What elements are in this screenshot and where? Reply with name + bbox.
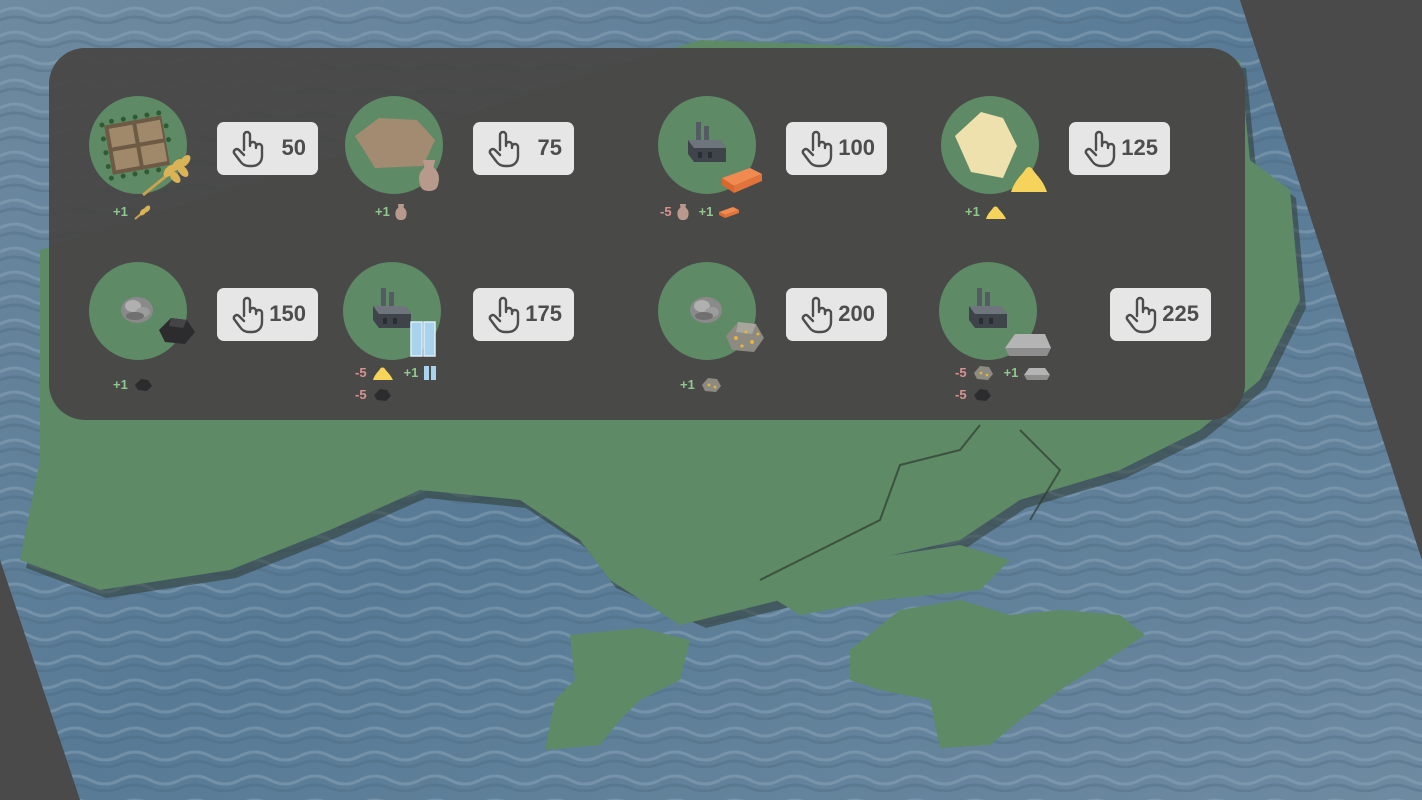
ore-icon xyxy=(726,322,764,352)
wheat-icon xyxy=(142,155,191,197)
buy-button-farm[interactable]: 50 xyxy=(217,122,318,175)
effect-cost: -5 xyxy=(355,365,367,380)
effect-gain: +1 xyxy=(113,204,128,219)
sand-pile-icon xyxy=(372,367,393,380)
buy-button-clay-pit[interactable]: 75 xyxy=(473,122,574,175)
building-card-farm: 50 +1 xyxy=(89,96,329,246)
hand-pointer-icon xyxy=(232,130,264,168)
brick-icon xyxy=(719,207,740,218)
building-card-steel-factory: 225 -5 +1 -5 xyxy=(939,262,1211,412)
building-card-sand-quarry: 125 +1 xyxy=(941,96,1181,246)
hand-pointer-icon xyxy=(488,130,520,168)
effect-cost: -5 xyxy=(955,365,967,380)
effects-row: +1 xyxy=(113,376,163,396)
effect-cost: -5 xyxy=(355,387,367,402)
effect-gain: +1 xyxy=(698,204,714,219)
sand-pile-icon xyxy=(985,206,1006,219)
building-card-glass-factory: 175 -5 +1 -5 xyxy=(343,262,583,412)
effect-cost: -5 xyxy=(660,204,672,219)
buy-button-steel-factory[interactable]: 225 xyxy=(1110,288,1211,341)
glass-icon xyxy=(410,321,436,357)
effect-gain: +1 xyxy=(403,365,419,380)
coal-icon xyxy=(973,389,991,401)
hand-pointer-icon xyxy=(801,296,833,334)
building-card-clay-pit: 75 +1 xyxy=(345,96,585,246)
glass-icon xyxy=(424,366,437,380)
effect-gain: +1 xyxy=(375,204,390,219)
clay-vase-icon xyxy=(395,204,407,220)
ore-icon xyxy=(973,366,993,380)
buy-button-brick-factory[interactable]: 100 xyxy=(786,122,887,175)
buy-button-ore-mine[interactable]: 200 xyxy=(786,288,887,341)
price-label: 125 xyxy=(1121,135,1158,160)
price-label: 100 xyxy=(838,135,875,160)
buy-button-sand-quarry[interactable]: 125 xyxy=(1069,122,1170,175)
clay-vase-icon xyxy=(676,204,689,220)
buy-button-coal-mine[interactable]: 150 xyxy=(217,288,318,341)
effect-gain: +1 xyxy=(1003,365,1019,380)
wheat-icon xyxy=(134,205,151,220)
hand-pointer-icon xyxy=(1084,130,1116,168)
buy-button-glass-factory[interactable]: 175 xyxy=(473,288,574,341)
hand-pointer-icon xyxy=(1125,296,1157,334)
price-label: 150 xyxy=(269,301,306,326)
effect-gain: +1 xyxy=(965,204,980,219)
build-menu-panel: 50 +1 75 +1 100 -5 +1 125 +1 150 +1 175 … xyxy=(49,48,1245,420)
price-label: 175 xyxy=(525,301,562,326)
effects-row: -5 +1 xyxy=(355,364,447,384)
effects-row: +1 xyxy=(680,376,732,396)
effect-cost: -5 xyxy=(955,387,967,402)
sand-pile-icon xyxy=(1011,167,1047,192)
effect-gain: +1 xyxy=(680,377,695,392)
steel-ingot-icon xyxy=(1024,368,1051,380)
effects-row-2: -5 xyxy=(955,386,1002,406)
building-card-coal-mine: 150 +1 xyxy=(89,262,329,412)
hand-pointer-icon xyxy=(801,130,833,168)
price-label: 200 xyxy=(838,301,875,326)
hand-pointer-icon xyxy=(232,296,264,334)
effects-row: +1 xyxy=(113,203,163,223)
coal-icon xyxy=(159,318,195,344)
price-label: 75 xyxy=(537,135,562,160)
building-card-ore-mine: 200 +1 xyxy=(658,262,898,412)
effects-row: +1 xyxy=(375,203,417,223)
building-card-brick-factory: 100 -5 +1 xyxy=(658,96,898,246)
brick-icon xyxy=(722,168,762,193)
ore-icon xyxy=(701,378,721,392)
price-label: 50 xyxy=(281,135,306,160)
coal-icon xyxy=(134,379,152,391)
hand-pointer-icon xyxy=(488,296,520,334)
effects-row: -5 +1 xyxy=(660,203,750,223)
effect-gain: +1 xyxy=(113,377,128,392)
clay-vase-icon xyxy=(419,160,439,191)
price-label: 225 xyxy=(1162,301,1199,326)
coal-icon xyxy=(373,389,391,401)
effects-row: -5 +1 xyxy=(955,364,1061,384)
effects-row-2: -5 xyxy=(355,386,402,406)
steel-ingot-icon xyxy=(1005,334,1051,356)
effects-row: +1 xyxy=(965,203,1017,223)
